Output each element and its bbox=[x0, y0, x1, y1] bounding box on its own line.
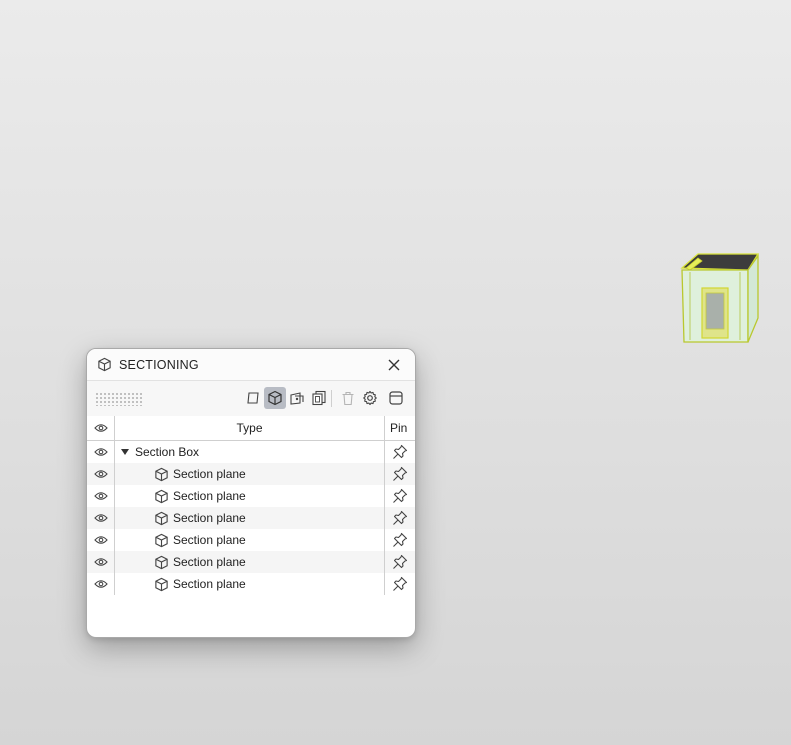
section-plane-icon bbox=[153, 510, 169, 526]
table-row-section-plane[interactable]: Section plane bbox=[87, 507, 415, 529]
plane-icon bbox=[247, 392, 259, 404]
section-plane-label: Section plane bbox=[173, 533, 246, 547]
visibility-toggle[interactable] bbox=[93, 491, 108, 501]
model-cube[interactable] bbox=[676, 248, 762, 346]
table-empty-area bbox=[87, 595, 415, 615]
section-plane-label: Section plane bbox=[173, 467, 246, 481]
gear-icon bbox=[363, 390, 377, 406]
close-icon bbox=[388, 359, 400, 370]
pin-icon bbox=[393, 444, 408, 459]
pin-toggle[interactable] bbox=[392, 554, 408, 570]
eye-icon bbox=[93, 470, 108, 478]
pin-toggle[interactable] bbox=[392, 466, 408, 482]
pin-toggle[interactable] bbox=[392, 444, 408, 460]
visibility-toggle[interactable] bbox=[93, 535, 108, 545]
add-section-box-button[interactable] bbox=[264, 387, 286, 409]
visibility-toggle[interactable] bbox=[93, 469, 108, 479]
eye-icon bbox=[93, 424, 108, 432]
toolbar-separator bbox=[331, 390, 332, 407]
pin-header-label: Pin bbox=[390, 421, 408, 435]
caret-down-icon bbox=[121, 449, 129, 455]
section-plane-label: Section plane bbox=[173, 577, 246, 591]
table-row-section-plane[interactable]: Section plane bbox=[87, 573, 415, 595]
add-section-box-from-selection-button[interactable] bbox=[308, 387, 330, 409]
cube-icon bbox=[268, 390, 282, 406]
section-plane-icon bbox=[153, 554, 169, 570]
panel-title-bar[interactable]: SECTIONING bbox=[87, 349, 415, 381]
visibility-toggle[interactable] bbox=[93, 447, 108, 457]
drag-handle[interactable] bbox=[95, 392, 143, 406]
section-box-label: Section Box bbox=[135, 445, 200, 459]
section-box-icon bbox=[95, 356, 113, 374]
eye-icon bbox=[93, 492, 108, 500]
type-column-header[interactable]: Type bbox=[115, 416, 385, 440]
panel-title: SECTIONING bbox=[119, 357, 199, 372]
table-row-section-plane[interactable]: Section plane bbox=[87, 529, 415, 551]
layered-boxes-icon bbox=[312, 390, 326, 406]
sections-table: Type Pin Section Box Section plane Secti… bbox=[87, 416, 415, 615]
sectioning-panel: SECTIONING Type Pin Section Box Section … bbox=[86, 348, 416, 638]
visibility-column-header[interactable] bbox=[87, 416, 115, 440]
close-button[interactable] bbox=[379, 350, 409, 380]
face-plane-icon bbox=[290, 392, 304, 405]
visibility-toggle[interactable] bbox=[93, 579, 108, 589]
eye-icon bbox=[93, 448, 108, 456]
visibility-toggle[interactable] bbox=[93, 557, 108, 567]
table-row-section-plane[interactable]: Section plane bbox=[87, 551, 415, 573]
pin-icon bbox=[393, 488, 408, 503]
eye-icon bbox=[93, 580, 108, 588]
expand-collapse-toggle[interactable] bbox=[119, 446, 131, 458]
pin-icon bbox=[393, 532, 408, 547]
section-plane-icon bbox=[153, 488, 169, 504]
pin-icon bbox=[393, 576, 408, 591]
table-row-section-plane[interactable]: Section plane bbox=[87, 463, 415, 485]
pin-icon bbox=[393, 554, 408, 569]
visibility-toggle[interactable] bbox=[93, 513, 108, 523]
sectioning-toolbar bbox=[87, 381, 415, 417]
pin-toggle[interactable] bbox=[392, 510, 408, 526]
section-plane-label: Section plane bbox=[173, 511, 246, 525]
settings-button[interactable] bbox=[359, 387, 381, 409]
add-section-plane-button[interactable] bbox=[242, 387, 264, 409]
table-row-section-box[interactable]: Section Box bbox=[87, 441, 415, 463]
eye-icon bbox=[93, 514, 108, 522]
toggle-panel-button[interactable] bbox=[385, 387, 407, 409]
add-section-plane-from-face-button[interactable] bbox=[286, 387, 308, 409]
section-plane-label: Section plane bbox=[173, 555, 246, 569]
type-header-label: Type bbox=[236, 421, 263, 435]
table-header: Type Pin bbox=[87, 416, 415, 441]
pin-toggle[interactable] bbox=[392, 488, 408, 504]
pin-icon bbox=[393, 510, 408, 525]
section-plane-icon bbox=[153, 532, 169, 548]
panel-icon bbox=[389, 391, 403, 405]
pin-column-header[interactable]: Pin bbox=[385, 416, 415, 440]
trash-icon bbox=[342, 391, 354, 405]
eye-icon bbox=[93, 536, 108, 544]
pin-toggle[interactable] bbox=[392, 532, 408, 548]
section-plane-label: Section plane bbox=[173, 489, 246, 503]
section-plane-icon bbox=[153, 466, 169, 482]
delete-button[interactable] bbox=[337, 387, 359, 409]
pin-icon bbox=[393, 466, 408, 481]
table-row-section-plane[interactable]: Section plane bbox=[87, 485, 415, 507]
pin-toggle[interactable] bbox=[392, 576, 408, 592]
section-plane-icon bbox=[153, 576, 169, 592]
eye-icon bbox=[93, 558, 108, 566]
